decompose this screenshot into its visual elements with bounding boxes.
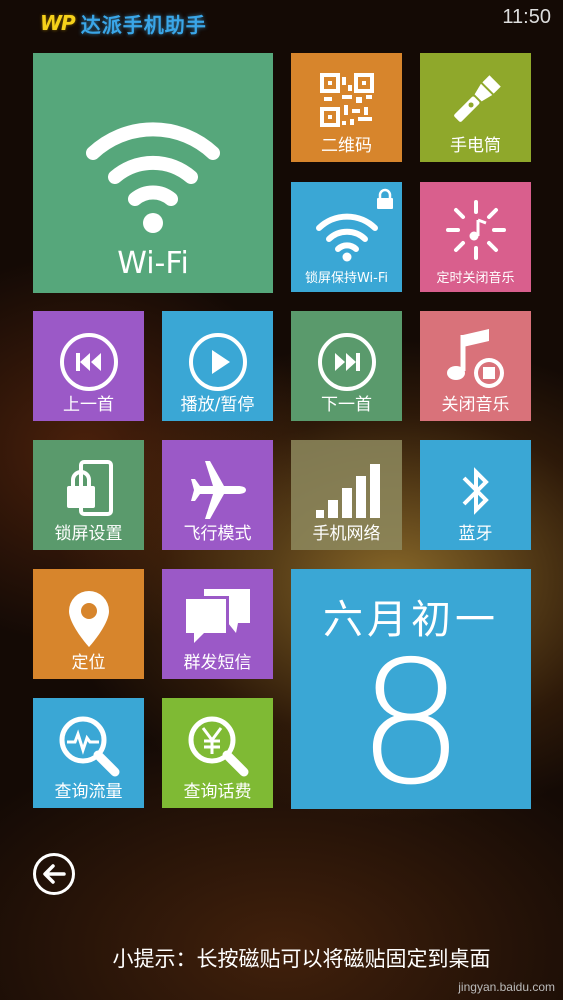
tile-label: 查询话费 [183, 782, 252, 802]
tile-label: 二维码 [321, 136, 372, 156]
flashlight-icon [453, 75, 501, 122]
search-yuan-icon [188, 716, 248, 777]
tile-label: 下一首 [321, 395, 372, 415]
wifi-icon [86, 122, 220, 233]
tile-label: 定时关闭音乐 [436, 271, 515, 286]
bluetooth-icon [462, 467, 489, 515]
app-logo: WP 达派手机助手 [40, 8, 207, 38]
tile-airplane[interactable]: 飞行模式 [162, 440, 273, 550]
tile-query-bill[interactable]: 查询话费 [162, 698, 273, 808]
tile-lock-wifi[interactable]: 锁屏保持Wi-Fi [291, 182, 402, 292]
tile-next[interactable]: 下一首 [291, 311, 402, 421]
tile-label: 手电筒 [450, 136, 501, 156]
tile-calendar[interactable]: 六月初一 8 [291, 569, 531, 809]
back-button[interactable] [33, 853, 75, 895]
lock-icon [377, 188, 393, 209]
tile-flashlight[interactable]: 手电筒 [420, 53, 531, 162]
watermark: jingyan.baidu.com [458, 980, 555, 994]
music-stop-icon [446, 329, 504, 388]
calendar-day: 8 [356, 625, 466, 809]
previous-icon [59, 333, 118, 391]
tile-label: 蓝牙 [458, 524, 493, 544]
timer-music-icon [445, 200, 506, 260]
tile-bluetooth[interactable]: 蓝牙 [420, 440, 531, 550]
tile-label: 上一首 [63, 395, 114, 415]
tile-label: Wi-Fi [117, 246, 189, 281]
app-title: 达派手机助手 [80, 12, 207, 37]
tile-label: 播放/暂停 [180, 395, 255, 415]
tile-play-pause[interactable]: 播放/暂停 [162, 311, 273, 421]
arrow-left-icon [43, 864, 66, 884]
hint-text: 小提示：长按磁贴可以将磁贴固定到桌面 [112, 947, 491, 971]
search-pulse-icon [59, 716, 119, 777]
tile-wifi[interactable]: Wi-Fi [33, 53, 273, 293]
logo-mark: WP [40, 11, 76, 35]
status-time: 11:50 [502, 6, 551, 28]
tile-label: 飞行模式 [183, 524, 252, 544]
tile-prev[interactable]: 上一首 [33, 311, 144, 421]
phone-lock-icon [66, 460, 113, 516]
next-icon [317, 333, 376, 391]
location-pin-icon [68, 591, 109, 647]
tile-label: 群发短信 [183, 653, 252, 673]
tile-stop-music[interactable]: 关闭音乐 [420, 311, 531, 421]
tile-group-sms[interactable]: 群发短信 [162, 569, 273, 679]
tile-label: 锁屏设置 [54, 524, 123, 544]
messages-icon [182, 589, 250, 649]
tile-label: 定位 [71, 653, 106, 673]
tile-lock-settings[interactable]: 锁屏设置 [33, 440, 144, 550]
play-icon [188, 333, 247, 391]
qrcode-icon [319, 73, 374, 127]
tile-timer-music[interactable]: 定时关闭音乐 [420, 182, 531, 292]
wifi-icon [315, 213, 378, 262]
tile-label: 手机网络 [312, 524, 381, 544]
tile-query-data[interactable]: 查询流量 [33, 698, 144, 808]
tile-label: 锁屏保持Wi-Fi [304, 271, 388, 286]
tile-location[interactable]: 定位 [33, 569, 144, 679]
tile-qrcode[interactable]: 二维码 [291, 53, 402, 162]
tile-network[interactable]: 手机网络 [291, 440, 402, 550]
signal-icon [315, 464, 380, 518]
tile-label: 查询流量 [54, 782, 123, 802]
tile-label: 关闭音乐 [441, 395, 510, 415]
airplane-icon [190, 461, 246, 519]
